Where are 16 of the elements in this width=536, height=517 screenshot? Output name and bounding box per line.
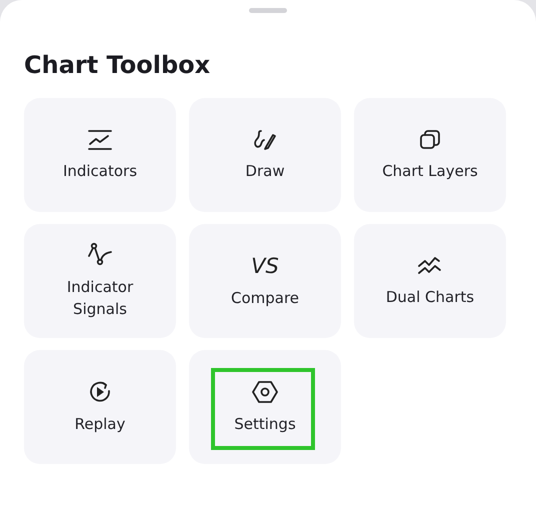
tool-tile[interactable]: Settings — [189, 350, 341, 464]
tool-tile[interactable]: Indicator Signals — [24, 224, 176, 338]
layers-icon — [417, 128, 443, 152]
tool-tile[interactable]: Draw — [189, 98, 341, 212]
signal-line-icon — [86, 242, 114, 268]
tool-tile[interactable]: Indicators — [24, 98, 176, 212]
tool-tile[interactable]: Dual Charts — [354, 224, 506, 338]
settings-icon — [251, 379, 279, 405]
tool-tile[interactable]: Replay — [24, 350, 176, 464]
tool-tile[interactable]: VS Compare — [189, 224, 341, 338]
sheet-title: Chart Toolbox — [24, 50, 212, 80]
drag-handle[interactable] — [249, 8, 287, 13]
pen-scribble-icon — [252, 128, 278, 152]
versus-icon: VS — [251, 253, 279, 279]
line-chart-icon — [87, 128, 113, 152]
tool-tile[interactable]: Chart Layers — [354, 98, 506, 212]
